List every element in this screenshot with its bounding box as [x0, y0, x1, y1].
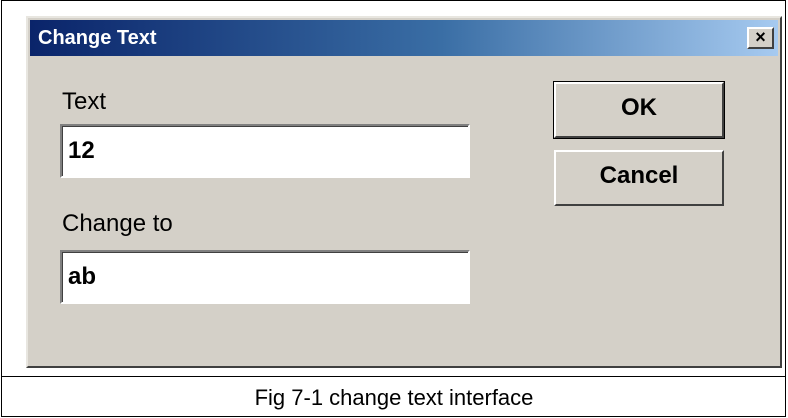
change-to-input[interactable]: [60, 250, 470, 304]
close-button[interactable]: ×: [747, 27, 774, 49]
dialog-title: Change Text: [38, 27, 157, 49]
figure-divider: [1, 376, 786, 377]
text-label: Text: [62, 88, 107, 115]
ok-button[interactable]: OK: [554, 82, 724, 138]
cancel-button[interactable]: Cancel: [554, 150, 724, 206]
figure-caption: Fig 7-1 change text interface: [254, 385, 534, 410]
change-to-label: Change to: [62, 210, 173, 237]
close-icon: ×: [755, 27, 766, 47]
text-input[interactable]: [60, 124, 470, 178]
page: Change Text × Text Change to OK Cancel F…: [0, 0, 788, 418]
change-text-dialog: Change Text × Text Change to OK Cancel: [26, 16, 782, 368]
dialog-titlebar[interactable]: Change Text ×: [30, 20, 778, 56]
